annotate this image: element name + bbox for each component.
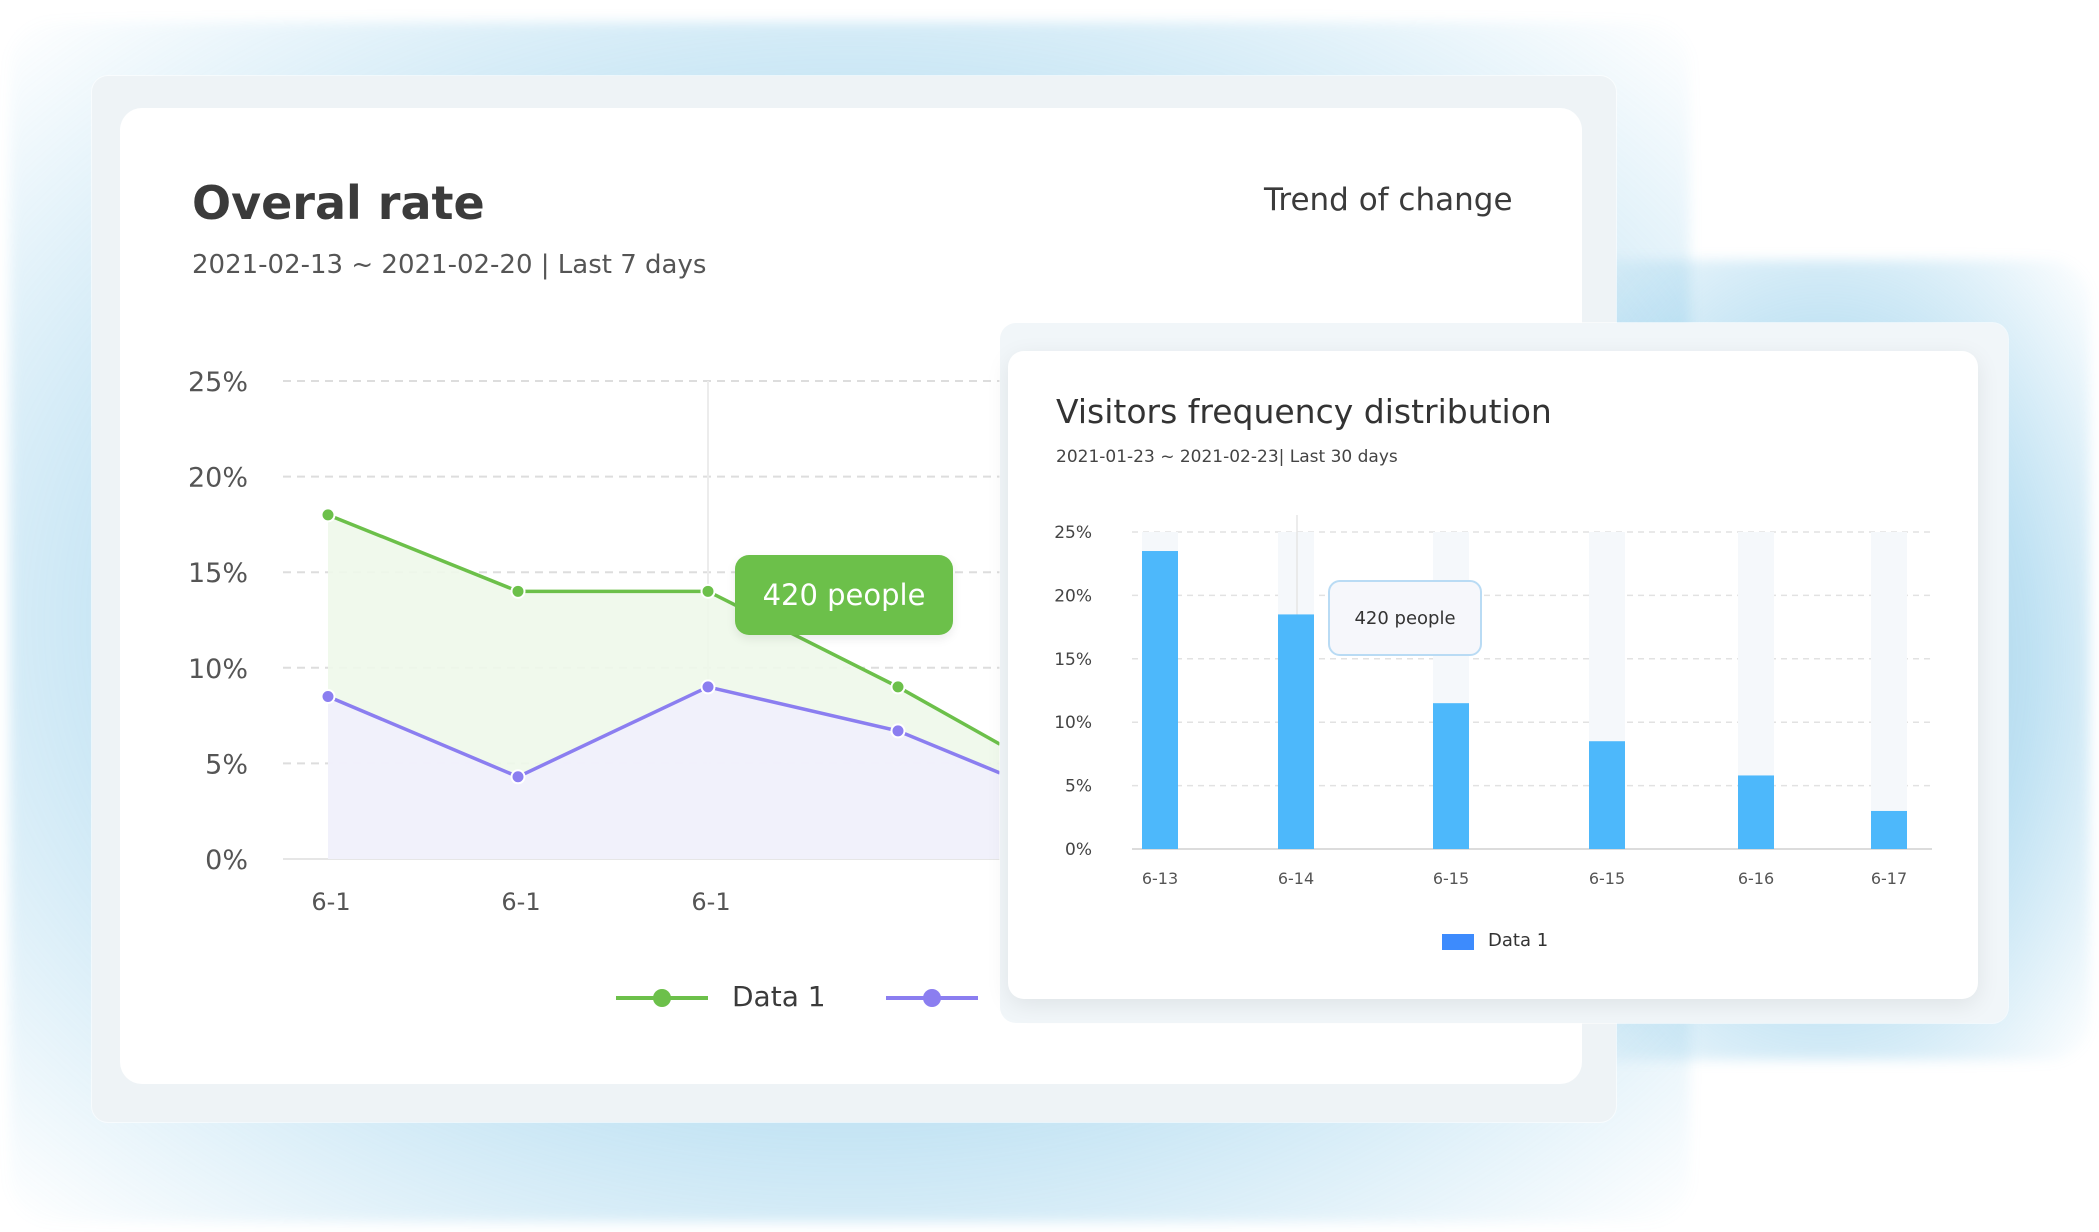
bar — [1738, 775, 1774, 849]
bar-chart-tooltip-text: 420 people — [1354, 607, 1456, 629]
bar-x-tick-label: 6-14 — [1278, 869, 1314, 888]
bar-y-tick-label: 20% — [1054, 586, 1092, 606]
bar — [1142, 551, 1178, 849]
bar-chart-tooltip: 420 people — [1328, 580, 1482, 656]
bar-background-column — [1871, 532, 1907, 849]
bar-x-tick-label: 6-16 — [1738, 869, 1774, 888]
bar-x-tick-label: 6-17 — [1871, 869, 1907, 888]
bar-x-tick-label: 6-13 — [1142, 869, 1178, 888]
bar-y-tick-label: 5% — [1065, 777, 1092, 797]
legend-bar-swatch — [1442, 934, 1474, 950]
bar-y-tick-label: 15% — [1054, 650, 1092, 670]
bar-y-tick-label: 0% — [1065, 840, 1092, 860]
bar-x-tick-label: 6-15 — [1433, 869, 1469, 888]
bar — [1278, 614, 1314, 849]
bar — [1433, 703, 1469, 849]
bar-chart: 0% 5% 10% 15% 20% 25% 6-13 6-14 6-15 6-15 6-16 6-17 — [1054, 515, 1932, 888]
bar-legend-label-data-1: Data 1 — [1488, 930, 1549, 951]
bar-y-tick-label: 25% — [1054, 523, 1092, 543]
bar — [1871, 810, 1907, 849]
bar-y-tick-label: 10% — [1054, 713, 1092, 733]
bar-x-tick-label: 6-15 — [1589, 869, 1625, 888]
bar — [1589, 741, 1625, 849]
